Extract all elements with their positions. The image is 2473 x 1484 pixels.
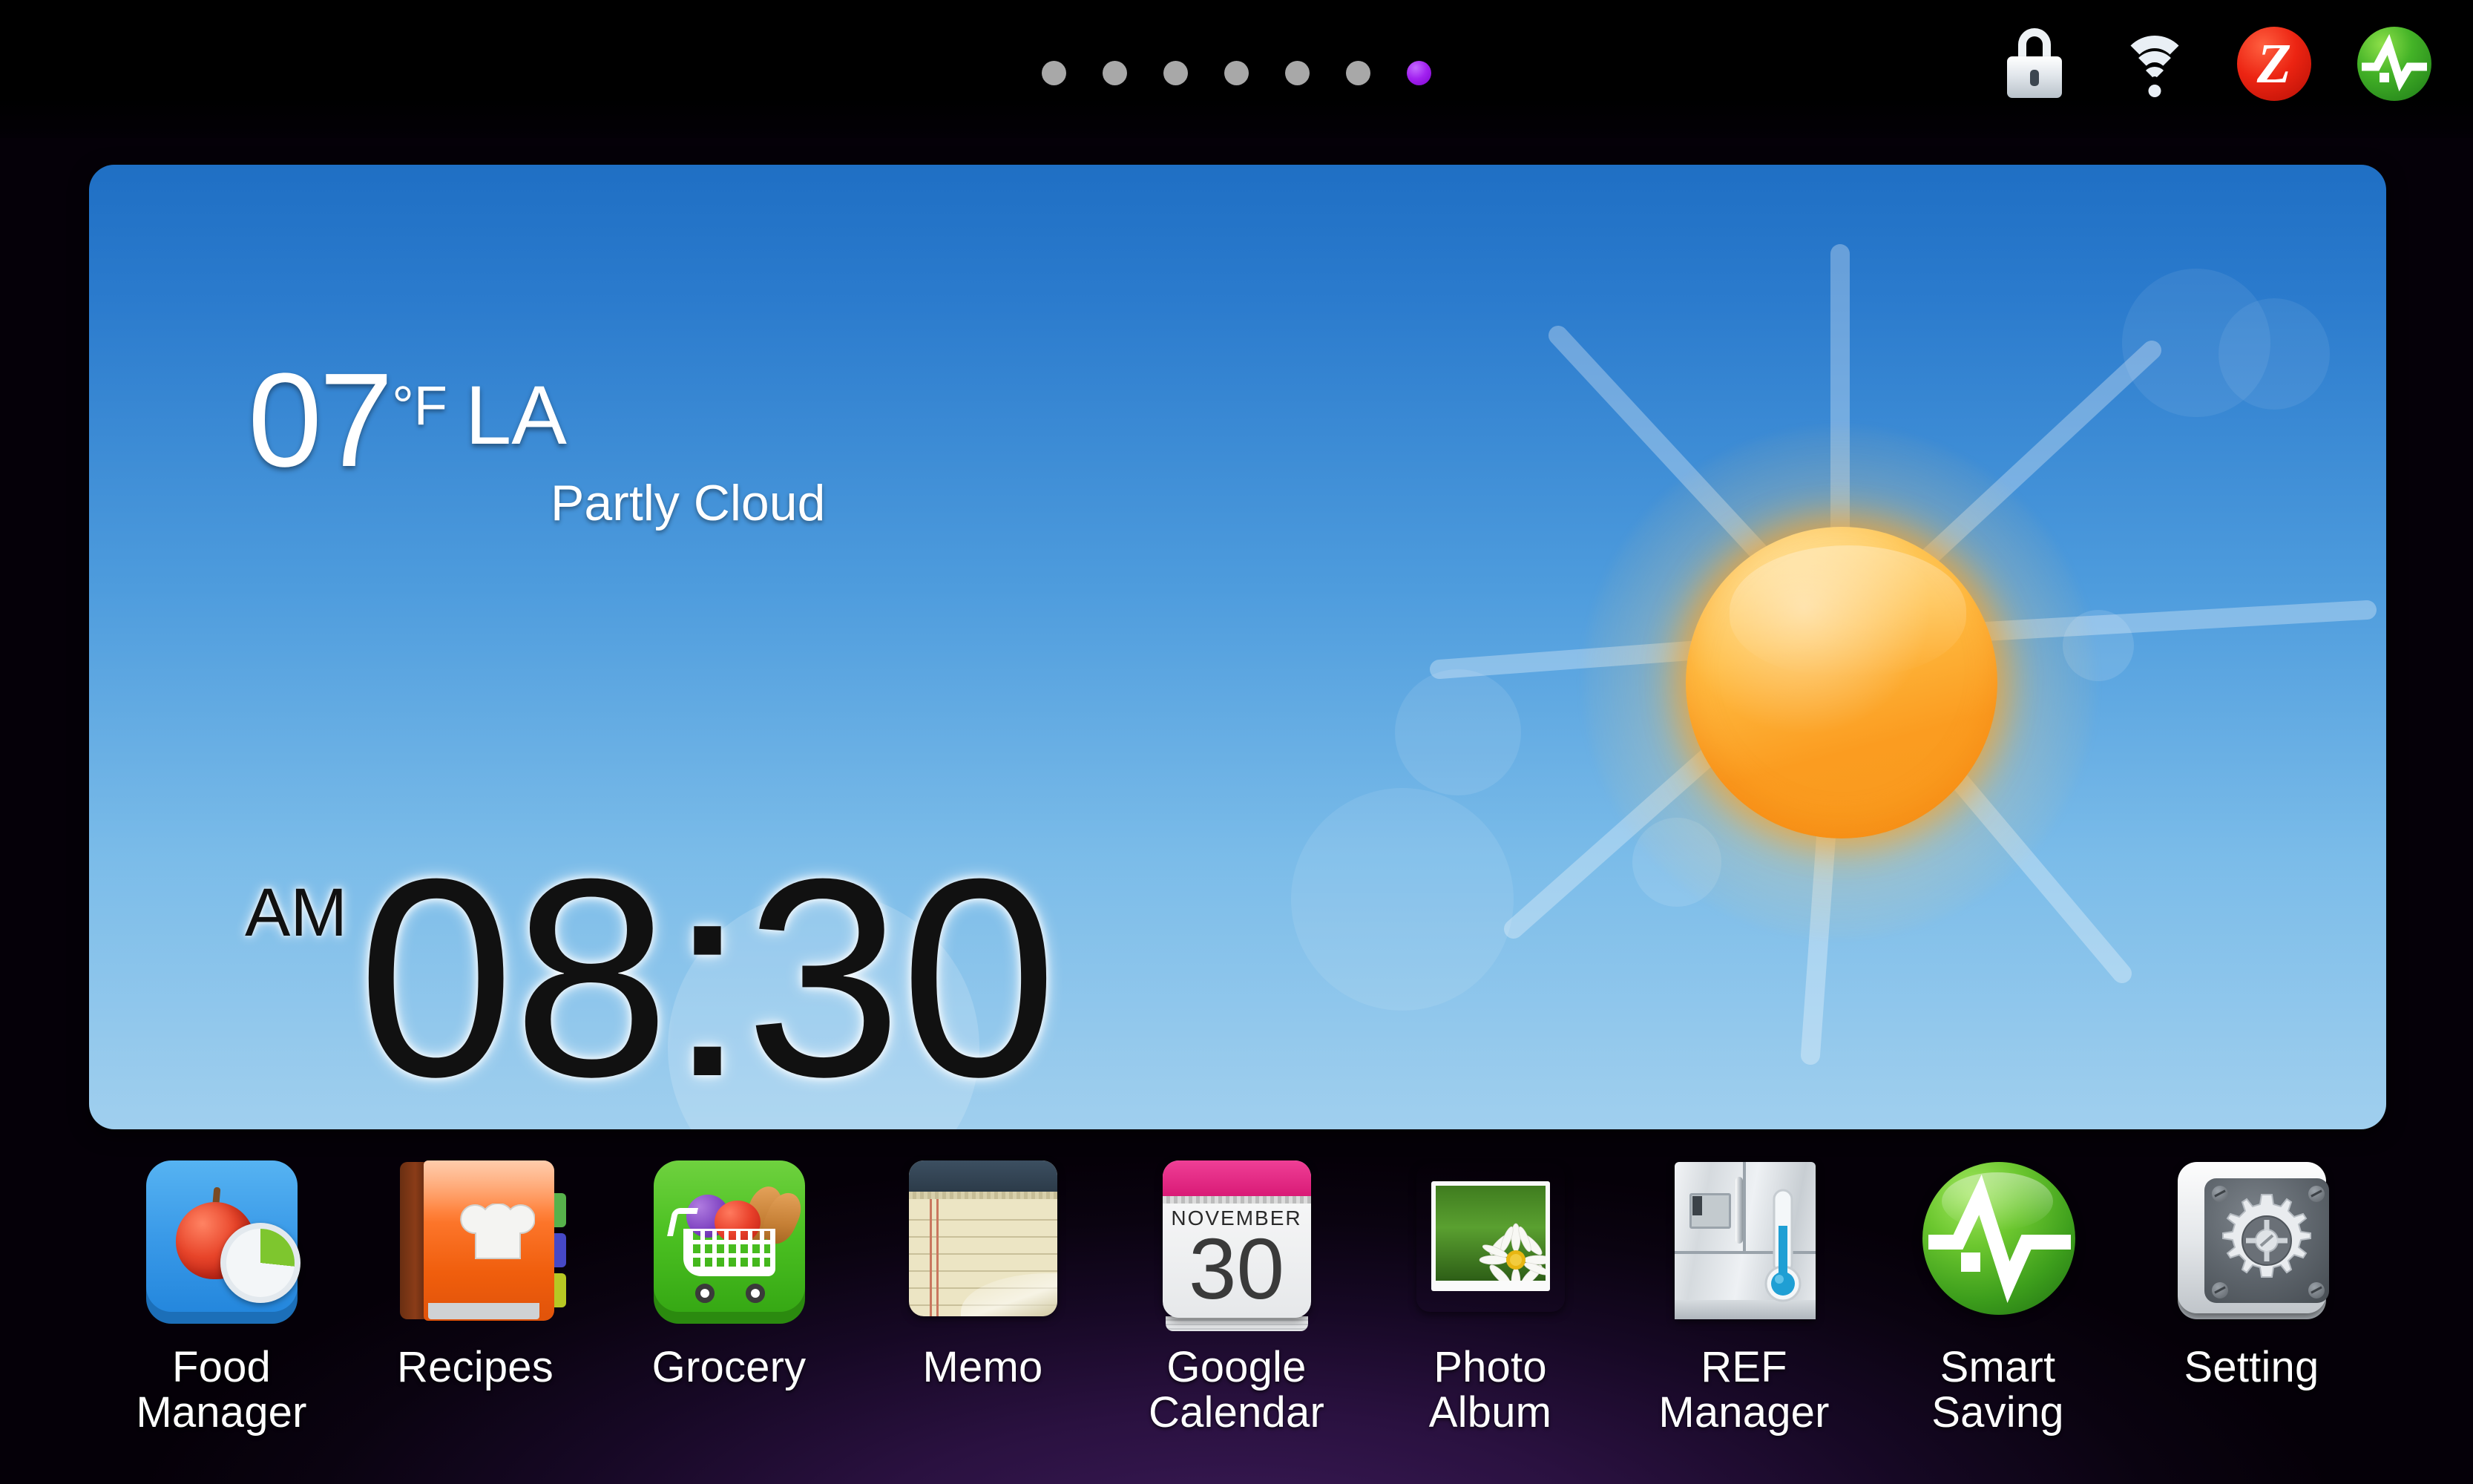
app-label: Setting — [2184, 1343, 2319, 1391]
lock-keyhole — [2030, 70, 2039, 86]
app-label: Food Manager — [136, 1345, 306, 1436]
sun-icon — [1686, 527, 1997, 838]
app-label-line1: Memo — [922, 1343, 1043, 1391]
temperature-row: 07 °F LA — [248, 346, 825, 495]
notepad-header — [908, 1160, 1057, 1192]
daisy-flower-glyph — [1479, 1223, 1546, 1281]
app-label: Grocery — [651, 1343, 807, 1391]
page-dot-5[interactable] — [1285, 61, 1310, 85]
wifi-icon[interactable] — [2111, 13, 2198, 102]
app-google-calendar[interactable]: NOVEMBER 30 Google Calendar — [1110, 1158, 1364, 1436]
city-label: LA — [465, 369, 568, 462]
page-dot-2[interactable] — [1103, 61, 1127, 85]
thermometer-icon — [1764, 1189, 1801, 1302]
app-label: REF Manager — [1658, 1345, 1829, 1436]
ref-manager-icon[interactable] — [1655, 1158, 1833, 1334]
tile — [653, 1160, 807, 1312]
app-food-manager[interactable]: Food Manager — [95, 1158, 349, 1436]
notepad — [908, 1160, 1057, 1316]
fridge-door-split — [1742, 1162, 1746, 1251]
app-ref-manager[interactable]: REF Manager — [1618, 1158, 1871, 1436]
temperature-unit: °F — [392, 375, 448, 436]
wifi-dot — [2148, 85, 2161, 97]
photo-album-icon[interactable] — [1402, 1158, 1580, 1334]
status-bar: Z — [0, 0, 2473, 138]
app-label-line1: Setting — [2184, 1343, 2319, 1391]
app-setting[interactable]: Setting — [2125, 1158, 2379, 1390]
app-photo-album[interactable]: Photo Album — [1364, 1158, 1618, 1436]
pie-clock-glyph — [220, 1223, 300, 1303]
book-pages — [427, 1303, 539, 1319]
setting-icon[interactable] — [2163, 1158, 2341, 1334]
notepad-tear-edge — [908, 1192, 1057, 1199]
app-memo[interactable]: Memo — [856, 1158, 1110, 1390]
zigbee-badge: Z — [2237, 27, 2311, 101]
recipes-icon[interactable] — [387, 1158, 566, 1334]
notepad-margin-line — [929, 1195, 932, 1316]
smart-saving-sphere — [1922, 1162, 2075, 1315]
lock-icon[interactable] — [1991, 13, 2078, 102]
clock-meridiem: AM — [245, 875, 347, 951]
tile — [145, 1160, 300, 1312]
dispenser-slot — [1692, 1196, 1702, 1215]
grocery-icon[interactable] — [640, 1158, 818, 1334]
app-label: Google Calendar — [1149, 1345, 1324, 1436]
page-dot-3[interactable] — [1163, 61, 1188, 85]
temperature-value: 07 — [248, 346, 393, 495]
page-dot-7-active[interactable] — [1407, 61, 1431, 85]
clock-time: 08:30 — [358, 820, 1057, 1129]
app-label-line1: Smart — [1940, 1343, 2056, 1391]
app-dock: Food Manager Recipes Grocery Memo NOVEMB… — [0, 1158, 2473, 1484]
clock[interactable]: AM 08:30 — [245, 820, 1057, 1129]
app-label-line1: Photo — [1433, 1343, 1547, 1391]
weather-info: 07 °F LA Partly Cloud — [248, 346, 826, 532]
weather-clock-widget[interactable]: 07 °F LA Partly Cloud AM 08:30 — [89, 165, 2386, 1129]
gear-icon — [2221, 1194, 2311, 1278]
page-dot-1[interactable] — [1042, 61, 1066, 85]
cart-wheel — [694, 1284, 715, 1303]
calendar-day: 30 — [1188, 1221, 1285, 1317]
photo-image — [1435, 1186, 1546, 1281]
app-label-line1: Grocery — [651, 1343, 807, 1391]
smart-saving-status-icon[interactable] — [2351, 13, 2439, 102]
calendar-page-stack — [1165, 1316, 1308, 1331]
app-label-line1: Recipes — [397, 1343, 554, 1391]
app-label-line2: Saving — [1931, 1388, 2064, 1437]
app-label-line2: Album — [1428, 1388, 1552, 1437]
calendar-tear-edge — [1162, 1196, 1311, 1204]
app-label-line2: Manager — [136, 1388, 307, 1437]
chef-hat-icon — [459, 1204, 535, 1259]
google-calendar-icon[interactable]: NOVEMBER 30 — [1148, 1158, 1326, 1334]
page-dot-4[interactable] — [1224, 61, 1249, 85]
app-label-line2: Calendar — [1149, 1388, 1324, 1437]
notepad-margin-line — [936, 1195, 939, 1316]
food-manager-icon[interactable] — [133, 1158, 311, 1334]
app-label: Recipes — [397, 1343, 554, 1391]
tile — [2177, 1162, 2329, 1313]
app-label-line2: Manager — [1658, 1388, 1830, 1437]
calendar-page: NOVEMBER 30 — [1162, 1160, 1311, 1318]
sphere-gloss — [1941, 1172, 2053, 1230]
fridge-handle — [1735, 1177, 1743, 1244]
zigbee-icon[interactable]: Z — [2231, 13, 2319, 102]
app-label-line1: Food — [171, 1343, 271, 1391]
weather-condition: Partly Cloud — [551, 474, 826, 531]
app-label: Photo Album — [1429, 1345, 1551, 1436]
cart-wheel — [745, 1284, 765, 1303]
calendar-header — [1162, 1160, 1311, 1196]
cart-basket — [683, 1229, 775, 1276]
app-label: Smart Saving — [1931, 1345, 2064, 1436]
app-smart-saving[interactable]: Smart Saving — [1871, 1158, 2125, 1436]
smart-saving-icon[interactable] — [1909, 1158, 2087, 1334]
app-recipes[interactable]: Recipes — [349, 1158, 602, 1390]
memo-icon[interactable] — [894, 1158, 1072, 1334]
waveform-glyph — [2362, 33, 2427, 92]
page-dot-6[interactable] — [1346, 61, 1370, 85]
app-label: Memo — [922, 1343, 1043, 1391]
app-label-line1: REF — [1701, 1343, 1787, 1391]
app-grocery[interactable]: Grocery — [602, 1158, 856, 1390]
system-tray: Z — [1991, 13, 2439, 102]
smart-saving-badge — [2357, 27, 2431, 101]
app-label-line1: Google — [1166, 1343, 1307, 1391]
